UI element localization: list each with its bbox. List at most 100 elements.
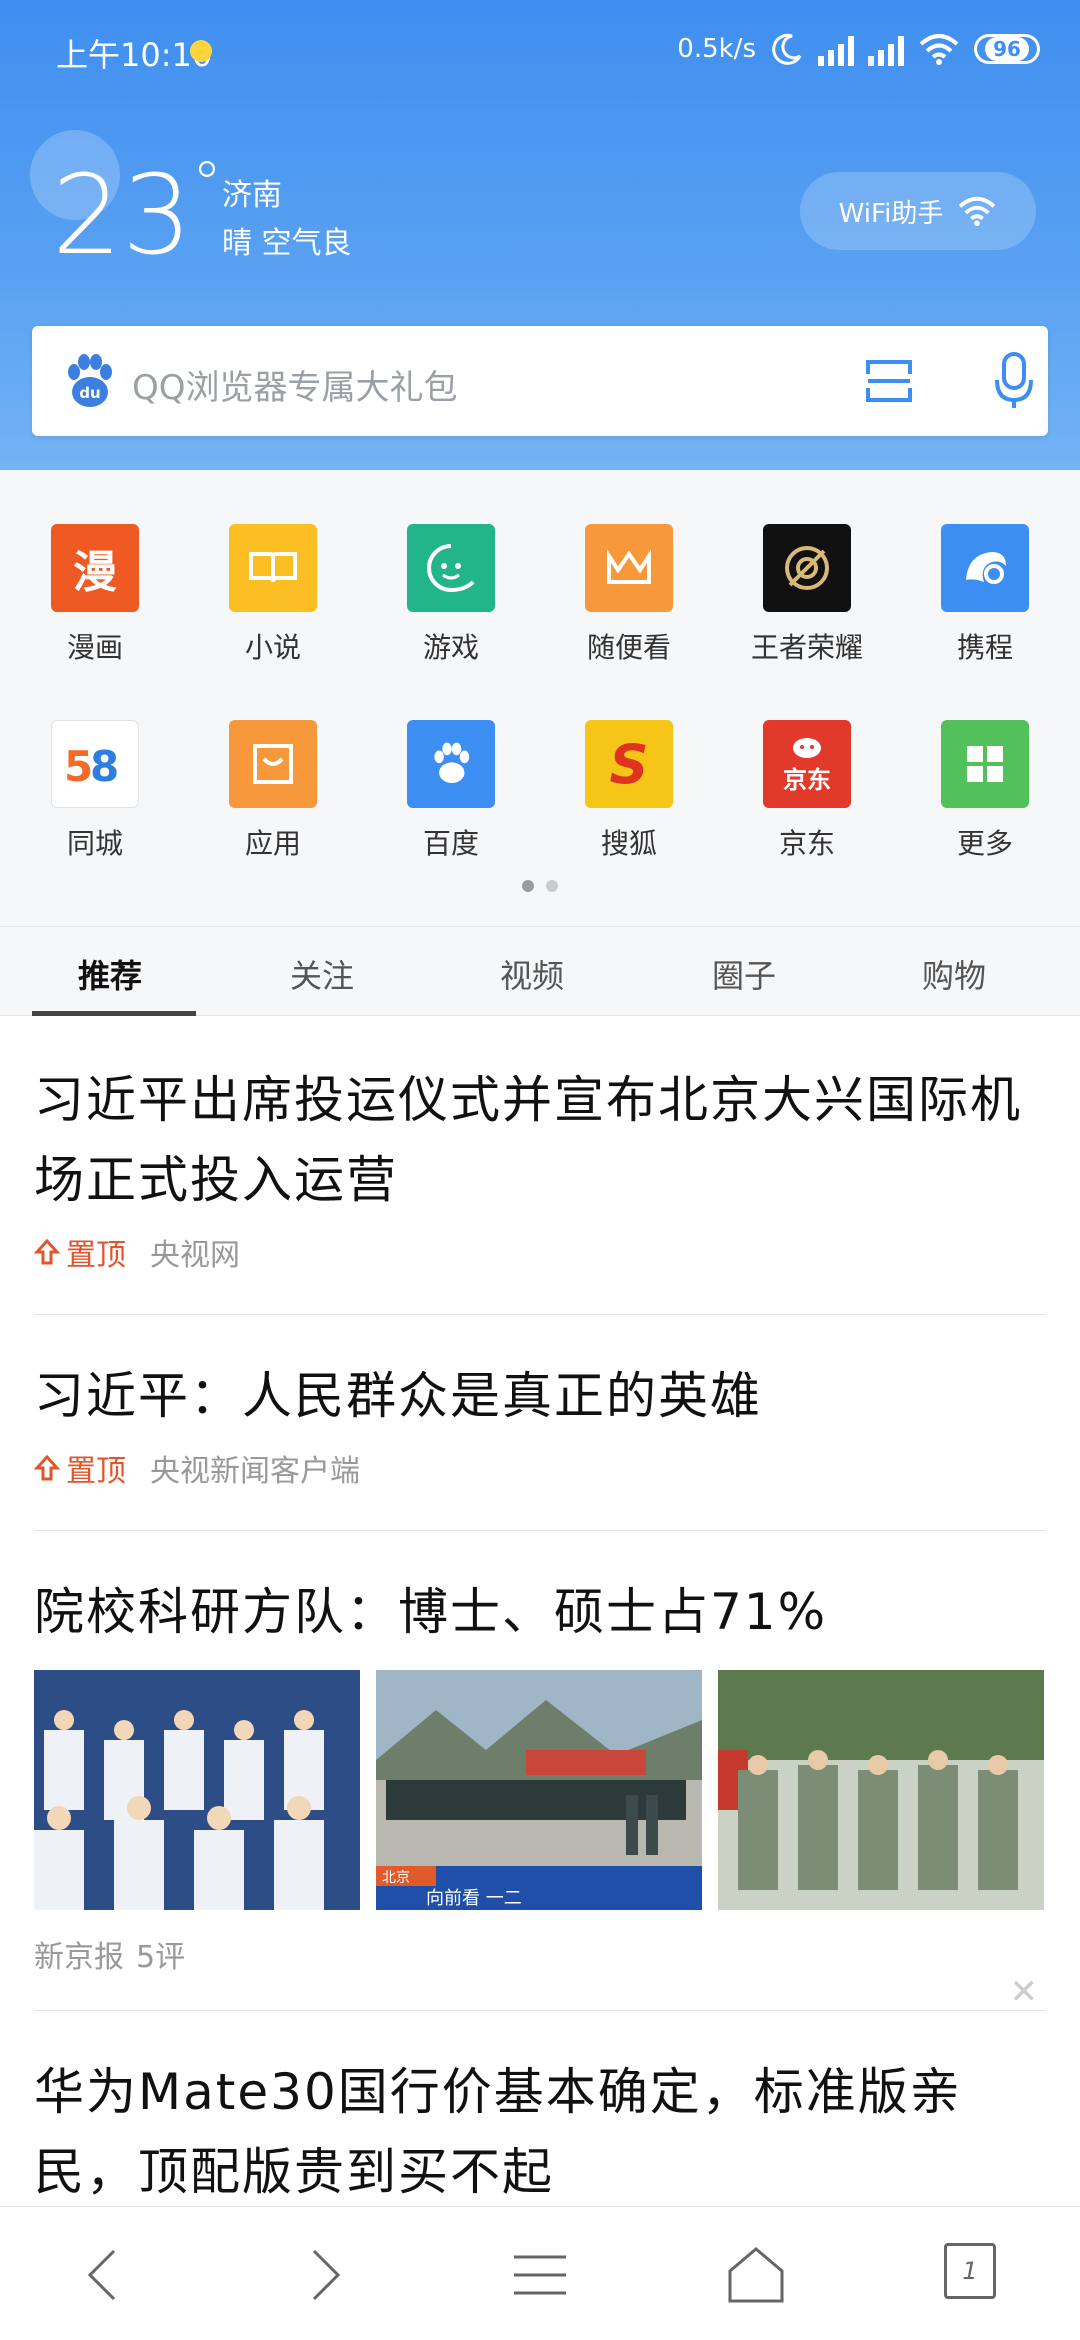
news-item[interactable]: 华为Mate30国行价基本确定，标准版亲民，顶配版贵到买不起 bbox=[34, 2052, 1046, 2212]
wifi-assistant-button[interactable]: WiFi助手 bbox=[800, 172, 1036, 250]
news-meta: 置顶 央视新闻客户端 bbox=[34, 1446, 1046, 1490]
search-bar[interactable]: du QQ浏览器专属大礼包 bbox=[32, 326, 1048, 436]
divider bbox=[34, 1314, 1046, 1315]
news-item[interactable]: 习近平出席投运仪式并宣布北京大兴国际机场正式投入运营 置顶 央视网 bbox=[34, 1060, 1046, 1274]
sohu-icon: S bbox=[585, 720, 673, 808]
divider bbox=[34, 1530, 1046, 1531]
dismiss-icon[interactable]: ✕ bbox=[1010, 1972, 1039, 2012]
tab-shopping[interactable]: 购物 bbox=[922, 951, 986, 997]
header: 上午10:10 0.5k/s 96 23° 济南 晴 空气良 WiFi助手 du… bbox=[0, 0, 1080, 470]
comment-count: 5评 bbox=[136, 1940, 186, 1975]
cell-signal-hd-icon bbox=[818, 32, 854, 66]
network-speed: 0.5k/s bbox=[677, 34, 756, 64]
feed-tabs: 推荐 关注 视频 圈子 购物 bbox=[0, 926, 1080, 1016]
honor-of-kings-icon bbox=[763, 524, 851, 612]
app-label: 京东 bbox=[778, 827, 835, 860]
app-label: 王者荣耀 bbox=[750, 631, 863, 664]
pinned-label: 置顶 bbox=[66, 1454, 126, 1489]
tab-follow[interactable]: 关注 bbox=[290, 951, 354, 997]
search-placeholder[interactable]: QQ浏览器专属大礼包 bbox=[132, 360, 458, 409]
tab-video[interactable]: 视频 bbox=[500, 951, 564, 997]
more-grid-icon bbox=[941, 720, 1029, 808]
news-image-row: 北京 向前看 一二 bbox=[34, 1670, 1046, 1910]
58-glyph-5: 5 bbox=[64, 742, 93, 789]
wifi-status-icon bbox=[919, 34, 959, 65]
tab-recommend[interactable]: 推荐 bbox=[78, 951, 142, 997]
news-source: 新京报 bbox=[34, 1940, 124, 1975]
app-label: 随便看 bbox=[586, 631, 671, 664]
comics-icon: 漫 bbox=[51, 524, 139, 612]
weather-description[interactable]: 晴 空气良 bbox=[222, 218, 352, 262]
pinned-badge: 置顶 bbox=[34, 1230, 126, 1274]
battery-level: 96 bbox=[985, 37, 1029, 61]
sohu-glyph: S bbox=[609, 732, 649, 796]
app-apps[interactable]: 应用 bbox=[198, 720, 348, 862]
app-baidu[interactable]: 百度 bbox=[376, 720, 526, 862]
app-browse[interactable]: 随便看 bbox=[554, 524, 704, 666]
moon-icon bbox=[772, 33, 802, 65]
weather-temperature[interactable]: 23° bbox=[52, 154, 222, 270]
58-glyph-8: 8 bbox=[90, 742, 119, 789]
battery-icon: 96 bbox=[974, 34, 1040, 64]
divider bbox=[34, 2010, 1046, 2011]
app-comics[interactable]: 漫 漫画 bbox=[20, 524, 170, 666]
58-city-icon: 5 8 bbox=[51, 720, 139, 808]
news-source: 央视新闻客户端 bbox=[150, 1454, 360, 1489]
back-arrow-icon[interactable] bbox=[72, 2243, 136, 2307]
news-title[interactable]: 习近平出席投运仪式并宣布北京大兴国际机场正式投入运营 bbox=[34, 1060, 1046, 1220]
baidu-icon bbox=[407, 720, 495, 808]
news-item[interactable]: 院校科研方队：博士、硕士占71% 北京 向前看 一二 新京报 5评 ✕ bbox=[34, 1572, 1046, 2012]
microphone-icon[interactable] bbox=[994, 352, 1034, 410]
page-indicator bbox=[522, 880, 558, 892]
active-tab-indicator bbox=[32, 1011, 196, 1016]
news-photo-navy-parade[interactable] bbox=[34, 1670, 360, 1910]
home-icon[interactable] bbox=[724, 2243, 788, 2307]
scan-icon[interactable] bbox=[864, 356, 914, 406]
game-face-icon bbox=[407, 524, 495, 612]
photo-badge: 北京 bbox=[382, 1870, 410, 1886]
app-novel[interactable]: 小说 bbox=[198, 524, 348, 666]
wifi-icon bbox=[959, 196, 996, 227]
jd-icon: 京东 bbox=[763, 720, 851, 808]
tab-circles[interactable]: 圈子 bbox=[712, 951, 776, 997]
jd-glyph: 京东 bbox=[783, 765, 831, 794]
app-ctrip[interactable]: 携程 bbox=[910, 524, 1060, 666]
app-label: 更多 bbox=[956, 827, 1013, 860]
app-label: 小说 bbox=[244, 631, 301, 664]
pin-arrow-icon bbox=[34, 1238, 60, 1265]
paw-text: du bbox=[79, 384, 100, 402]
quick-links-grid: 漫 漫画 小说 游戏 随便看 王者荣耀 携程 5 8 同城 应用 百度 S 搜狐… bbox=[0, 470, 1080, 926]
news-title[interactable]: 习近平：人民群众是真正的英雄 bbox=[34, 1356, 1046, 1436]
weather-city[interactable]: 济南 bbox=[222, 170, 282, 214]
forward-arrow-icon[interactable] bbox=[292, 2243, 356, 2307]
app-games[interactable]: 游戏 bbox=[376, 524, 526, 666]
menu-icon[interactable] bbox=[508, 2243, 572, 2307]
news-title[interactable]: 院校科研方队：博士、硕士占71% bbox=[34, 1572, 1046, 1652]
ctrip-dolphin-icon bbox=[941, 524, 1029, 612]
tabs-switcher-button[interactable]: 1 bbox=[944, 2243, 996, 2299]
app-jd[interactable]: 京东 京东 bbox=[732, 720, 882, 862]
news-photo-march[interactable]: 北京 向前看 一二 bbox=[376, 1670, 702, 1910]
status-icons: 0.5k/s 96 bbox=[677, 26, 1040, 72]
app-label: 漫画 bbox=[66, 631, 123, 664]
news-photo-parade-troops[interactable] bbox=[718, 1670, 1044, 1910]
app-label: 应用 bbox=[244, 827, 301, 860]
news-source: 央视网 bbox=[150, 1238, 240, 1273]
news-title[interactable]: 华为Mate30国行价基本确定，标准版亲民，顶配版贵到买不起 bbox=[34, 2052, 1046, 2212]
app-58-city[interactable]: 5 8 同城 bbox=[20, 720, 170, 862]
app-label: 百度 bbox=[422, 827, 479, 860]
app-store-icon bbox=[229, 720, 317, 808]
page-dot-active bbox=[522, 880, 534, 892]
crown-icon bbox=[585, 524, 673, 612]
app-more[interactable]: 更多 bbox=[910, 720, 1060, 862]
pinned-badge: 置顶 bbox=[34, 1446, 126, 1490]
pin-arrow-icon bbox=[34, 1454, 60, 1481]
notification-dot-icon bbox=[190, 40, 212, 62]
news-item[interactable]: 习近平：人民群众是真正的英雄 置顶 央视新闻客户端 bbox=[34, 1356, 1046, 1490]
baidu-paw-icon: du bbox=[68, 354, 112, 407]
app-label: 游戏 bbox=[422, 631, 479, 664]
app-honor-of-kings[interactable]: 王者荣耀 bbox=[732, 524, 882, 666]
tab-count: 1 bbox=[962, 2257, 978, 2285]
app-sohu[interactable]: S 搜狐 bbox=[554, 720, 704, 862]
cell-signal-icon bbox=[868, 32, 904, 66]
